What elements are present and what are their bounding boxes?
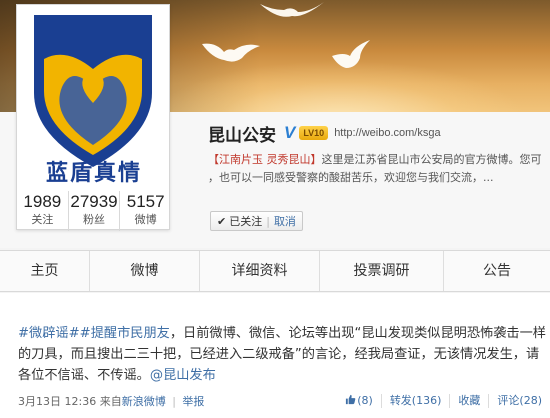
- avatar-card: 蓝盾真情 1989 关注 27939 粉丝 5157 微博: [16, 4, 171, 231]
- source-prefix: 来自: [99, 395, 122, 408]
- post-footer: 3月13日 12:36 来自新浪微博 | 举报 (8) 转发(136) 收藏 评…: [0, 388, 550, 414]
- favorite-button[interactable]: 收藏: [449, 394, 488, 408]
- tab-profile-details[interactable]: 详细资料: [200, 251, 320, 291]
- tab-announcements[interactable]: 公告: [444, 251, 550, 291]
- hashtag-link[interactable]: #提醒市民朋友: [80, 326, 170, 341]
- meta-separator: |: [172, 395, 176, 408]
- tab-weibo[interactable]: 微博: [90, 251, 200, 291]
- profile-description: 【江南片玉 灵秀昆山】这里是江苏省昆山市公安局的官方微博。您可 ，也可以一同感受…: [208, 151, 550, 187]
- repost-button[interactable]: 转发(136): [380, 394, 450, 408]
- tab-polls[interactable]: 投票调研: [320, 251, 444, 291]
- profile-nav: 主页 微博 详细资料 投票调研 公告: [0, 250, 550, 292]
- post-meta: 3月13日 12:36 来自新浪微博 | 举报: [18, 393, 204, 409]
- count-value: 1989: [23, 192, 62, 211]
- hashtag-link[interactable]: #微辟谣#: [18, 326, 80, 341]
- followers-count[interactable]: 27939 粉丝: [69, 191, 121, 231]
- following-count[interactable]: 1989 关注: [17, 191, 69, 231]
- check-icon: ✔: [217, 214, 227, 228]
- level-badge[interactable]: LV10: [299, 126, 329, 140]
- profile-name[interactable]: 昆山公安: [208, 121, 276, 146]
- post-actions: (8) 转发(136) 收藏 评论(28): [337, 388, 550, 414]
- profile-name-row: 昆山公安 V LV10 http://weibo.com/ksga: [208, 121, 441, 146]
- count-label: 微博: [134, 213, 157, 226]
- tab-home[interactable]: 主页: [0, 251, 90, 291]
- description-line2: ，也可以一同感受警察的酸甜苦乐，欢迎您与我们交流，...: [208, 171, 494, 184]
- follow-separator: |: [266, 214, 270, 228]
- verified-icon[interactable]: V: [284, 123, 295, 143]
- report-link[interactable]: 举报: [182, 395, 204, 408]
- weibo-post: #微辟谣##提醒市民朋友，日前微博、微信、论坛等出现“昆山发现类似昆明恐怖袭击一…: [0, 293, 550, 418]
- profile-counts: 1989 关注 27939 粉丝 5157 微博: [17, 191, 171, 231]
- like-button[interactable]: (8): [337, 394, 381, 408]
- count-label: 关注: [31, 213, 54, 226]
- description-tag: 【江南片玉 灵秀昆山】: [208, 153, 322, 166]
- unfollow-link[interactable]: 取消: [274, 213, 296, 229]
- count-label: 粉丝: [83, 213, 105, 226]
- profile-url[interactable]: http://weibo.com/ksga: [334, 127, 440, 139]
- post-text: #微辟谣##提醒市民朋友，日前微博、微信、论坛等出现“昆山发现类似昆明恐怖袭击一…: [18, 323, 550, 386]
- like-count: (8): [357, 394, 373, 407]
- post-timestamp[interactable]: 3月13日 12:36: [18, 395, 96, 408]
- count-value: 27939: [70, 192, 118, 211]
- comment-button[interactable]: 评论(28): [488, 394, 550, 408]
- weibo-count[interactable]: 5157 微博: [120, 191, 171, 231]
- description-text: 这里是江苏省昆山市公安局的官方微博。您可: [321, 153, 542, 166]
- mention-link[interactable]: @昆山发布: [150, 368, 216, 383]
- followed-label: 已关注: [229, 215, 263, 228]
- follow-button[interactable]: ✔ 已关注 | 取消: [210, 211, 303, 231]
- post-source-link[interactable]: 新浪微博: [122, 395, 166, 408]
- logo-caption: 蓝盾真情: [45, 161, 142, 186]
- thumbs-up-icon: [346, 394, 356, 405]
- count-value: 5157: [126, 192, 165, 211]
- dove-icon: [260, 2, 324, 17]
- dove-icon: [202, 43, 260, 62]
- dove-icon: [332, 40, 370, 68]
